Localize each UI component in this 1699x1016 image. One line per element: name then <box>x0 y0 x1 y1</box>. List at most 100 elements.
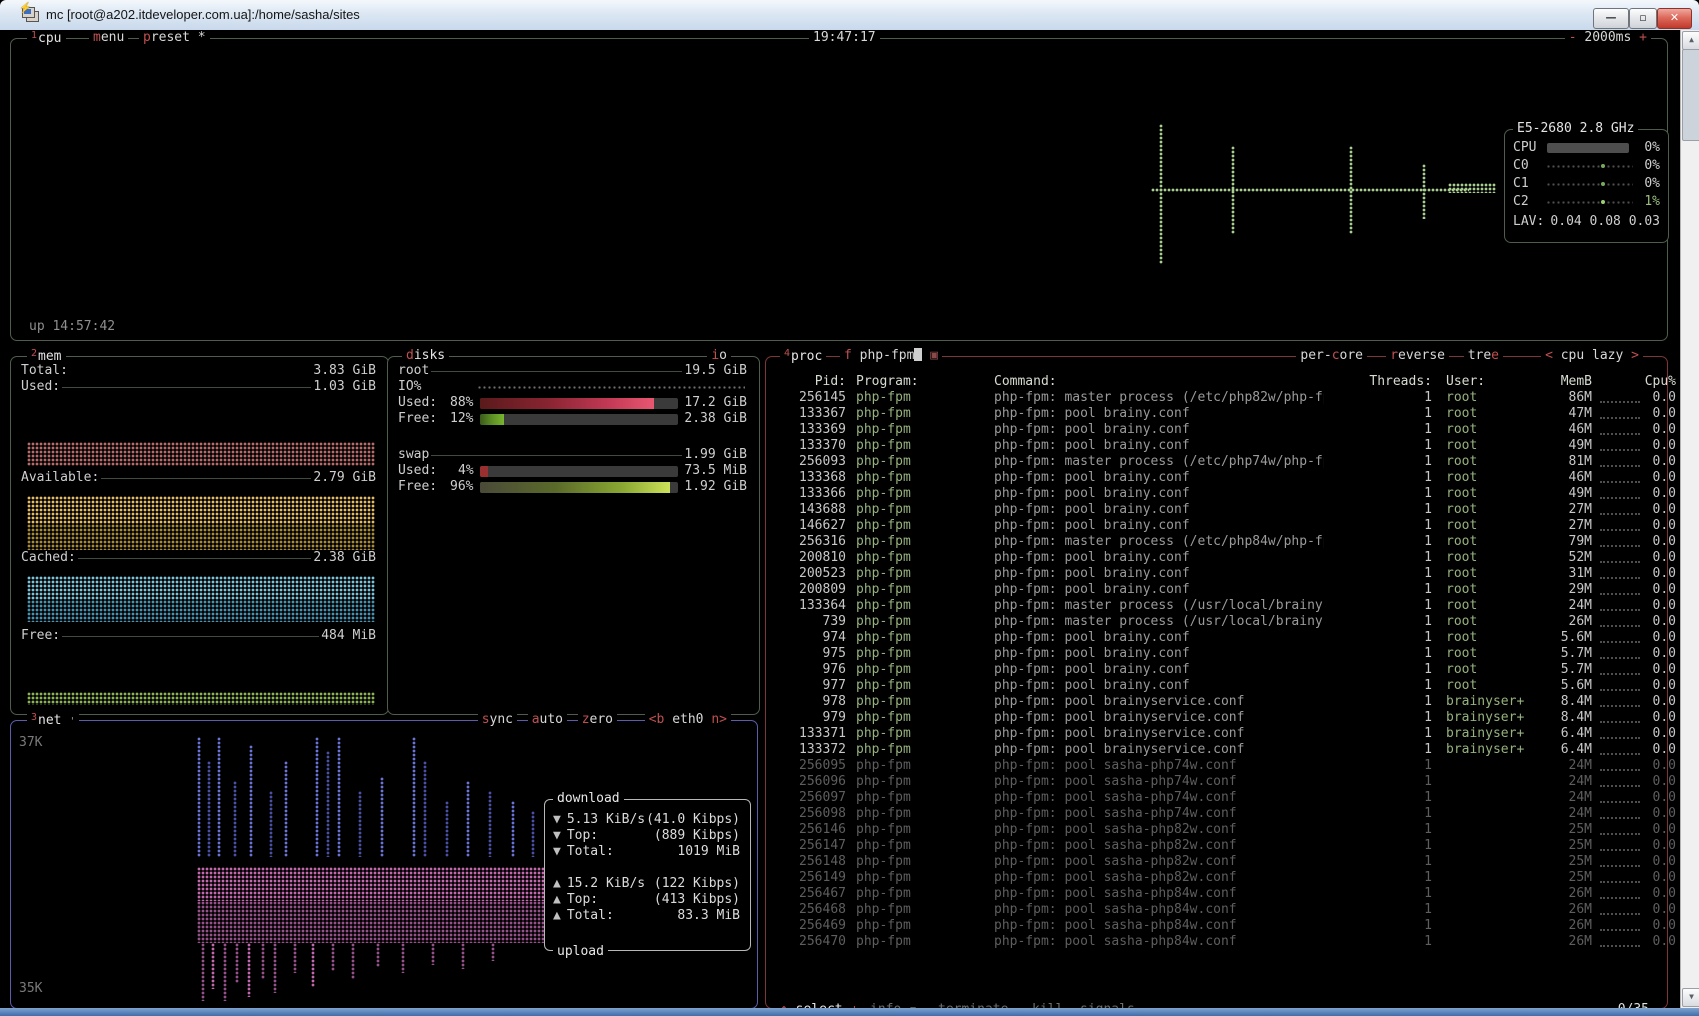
proc-row[interactable]: 133366 php-fpm php-fpm: pool brainy.conf… <box>776 486 1676 502</box>
mem-mini-graph <box>1592 854 1644 870</box>
download-speed: ▼5.13 KiB/s(41.0 Kibps) <box>553 812 742 828</box>
proc-row[interactable]: 979 php-fpm php-fpm: pool brainyservice.… <box>776 710 1676 726</box>
core0-meter: C0 0% <box>1513 158 1660 174</box>
proc-box: 4proc f php-fpm ▣ per-core reverse tree … <box>765 356 1668 1009</box>
down-arrow-icon: ▼ <box>553 828 561 843</box>
mem-mini-graph <box>1592 822 1644 838</box>
proc-row[interactable]: 256467 php-fpm php-fpm: pool sasha-php84… <box>776 886 1676 902</box>
interval-minus-button: - <box>1569 30 1577 45</box>
putty-icon: ⚡ <box>22 7 39 22</box>
mem-mini-graph <box>1592 678 1644 694</box>
net-scale-top: 37K <box>19 735 42 750</box>
proc-row[interactable]: 256470 php-fpm php-fpm: pool sasha-php84… <box>776 934 1676 950</box>
disk-swap-free: Free: 96% 1.92 GiB <box>396 479 751 495</box>
proc-row[interactable]: 133370 php-fpm php-fpm: pool brainy.conf… <box>776 438 1676 454</box>
download-total: ▼Total:1019 MiB <box>553 844 742 860</box>
mem-mini-graph <box>1592 502 1644 518</box>
proc-row[interactable]: 974 php-fpm php-fpm: pool brainy.conf 1 … <box>776 630 1676 646</box>
close-button[interactable]: ✕ <box>1657 8 1692 29</box>
proc-row[interactable]: 146627 php-fpm php-fpm: pool brainy.conf… <box>776 518 1676 534</box>
next-interface-button: n> <box>711 712 727 727</box>
preset-button[interactable]: preset * <box>139 30 210 45</box>
mem-mini-graph <box>1592 662 1644 678</box>
zero-toggle[interactable]: zero <box>578 712 617 727</box>
proc-row[interactable]: 256097 php-fpm php-fpm: pool sasha-php74… <box>776 790 1676 806</box>
proc-row[interactable]: 256095 php-fpm php-fpm: pool sasha-php74… <box>776 758 1676 774</box>
proc-row[interactable]: 975 php-fpm php-fpm: pool brainy.conf 1 … <box>776 646 1676 662</box>
proc-row[interactable]: 977 php-fpm php-fpm: pool brainy.conf 1 … <box>776 678 1676 694</box>
proc-row[interactable]: 133364 php-fpm php-fpm: master process (… <box>776 598 1676 614</box>
proc-row[interactable]: 133367 php-fpm php-fpm: pool brainy.conf… <box>776 406 1676 422</box>
mem-box-tab[interactable]: 2mem <box>27 348 66 364</box>
mem-mini-graph <box>1592 550 1644 566</box>
proc-row[interactable]: 256093 php-fpm php-fpm: master process (… <box>776 454 1676 470</box>
maximize-button[interactable]: ▫ <box>1629 8 1657 29</box>
disks-box-title[interactable]: disks <box>402 348 449 363</box>
proc-row[interactable]: 133371 php-fpm php-fpm: pool brainyservi… <box>776 726 1676 742</box>
sync-toggle[interactable]: sync <box>478 712 517 727</box>
upload-top: ▲Top:(413 Kibps) <box>553 892 742 908</box>
proc-row[interactable]: 976 php-fpm php-fpm: pool brainy.conf 1 … <box>776 662 1676 678</box>
mem-mini-graph <box>1592 630 1644 646</box>
proc-row[interactable]: 256148 php-fpm php-fpm: pool sasha-php82… <box>776 854 1676 870</box>
proc-row[interactable]: 978 php-fpm php-fpm: pool brainyservice.… <box>776 694 1676 710</box>
tree-toggle[interactable]: tree <box>1464 348 1503 363</box>
proc-row[interactable]: 200523 php-fpm php-fpm: pool brainy.conf… <box>776 566 1676 582</box>
mem-mini-graph <box>1592 534 1644 550</box>
sort-selector[interactable]: < cpu lazy > <box>1541 348 1643 363</box>
menu-button[interactable]: menu <box>89 30 128 45</box>
mem-mini-graph <box>1592 806 1644 822</box>
mem-available-graph <box>27 496 375 524</box>
up-arrow-icon: ▲ <box>553 908 561 923</box>
proc-row[interactable]: 133369 php-fpm php-fpm: pool brainy.conf… <box>776 422 1676 438</box>
proc-row[interactable]: 256096 php-fpm php-fpm: pool sasha-php74… <box>776 774 1676 790</box>
mem-mini-graph <box>1592 838 1644 854</box>
mem-used-graph <box>27 442 375 466</box>
proc-row[interactable]: 200810 php-fpm php-fpm: pool brainy.conf… <box>776 550 1676 566</box>
cpu-box-tab[interactable]: 1cpu <box>27 30 66 46</box>
proc-row[interactable]: 256468 php-fpm php-fpm: pool sasha-php84… <box>776 902 1676 918</box>
scroll-up-button[interactable]: ▲ <box>1682 31 1699 50</box>
cpu-model: E5-2680 2.8 GHz <box>1513 121 1638 136</box>
proc-row[interactable]: 256146 php-fpm php-fpm: pool sasha-php82… <box>776 822 1676 838</box>
proc-row[interactable]: 739 php-fpm php-fpm: master process (/us… <box>776 614 1676 630</box>
proc-row[interactable]: 256316 php-fpm php-fpm: master process (… <box>776 534 1676 550</box>
upload-label: upload <box>553 944 608 959</box>
interval-control[interactable]: - 2000ms + <box>1565 30 1651 45</box>
proc-row[interactable]: 133372 php-fpm php-fpm: pool brainyservi… <box>776 742 1676 758</box>
proc-row[interactable]: 143688 php-fpm php-fpm: pool brainy.conf… <box>776 502 1676 518</box>
mem-mini-graph <box>1592 438 1644 454</box>
proc-row[interactable]: 256149 php-fpm php-fpm: pool sasha-php82… <box>776 870 1676 886</box>
window-title: mc [root@a202.itdeveloper.com.ua]:/home/… <box>46 7 360 22</box>
proc-row[interactable]: 256098 php-fpm php-fpm: pool sasha-php74… <box>776 806 1676 822</box>
uptime: up 14:57:42 <box>29 319 115 334</box>
auto-toggle[interactable]: auto <box>528 712 567 727</box>
filter-input[interactable]: f php-fpm ▣ <box>840 348 942 363</box>
interface-switcher[interactable]: <b eth0 n> <box>645 712 731 727</box>
proc-row[interactable]: 256147 php-fpm php-fpm: pool sasha-php82… <box>776 838 1676 854</box>
down-arrow-icon: ▼ <box>553 812 561 827</box>
per-core-toggle[interactable]: per-core <box>1296 348 1367 363</box>
window-scrollbar[interactable]: ▲ ▼ <box>1680 30 1699 1008</box>
proc-table: 256145 php-fpm php-fpm: master process (… <box>776 390 1676 950</box>
mem-mini-graph <box>1592 918 1644 934</box>
proc-row[interactable]: 256469 php-fpm php-fpm: pool sasha-php84… <box>776 918 1676 934</box>
minimize-button[interactable]: — <box>1593 8 1629 29</box>
proc-row[interactable]: 200809 php-fpm php-fpm: pool brainy.conf… <box>776 582 1676 598</box>
upload-total: ▲Total:83.3 MiB <box>553 908 742 924</box>
proc-row[interactable]: 256145 php-fpm php-fpm: master process (… <box>776 390 1676 406</box>
reverse-toggle[interactable]: reverse <box>1386 348 1449 363</box>
mem-mini-graph <box>1592 486 1644 502</box>
titlebar[interactable]: ⚡ mc [root@a202.itdeveloper.com.ua]:/hom… <box>0 0 1699 31</box>
net-box-tab[interactable]: 3net ' <box>27 712 79 728</box>
mem-total: Total: 3.83 GiB <box>19 363 380 379</box>
up-arrow-icon: ▲ <box>553 876 561 891</box>
scrollbar-thumb[interactable] <box>1682 49 1699 141</box>
clear-filter-icon: ▣ <box>930 348 938 363</box>
scroll-down-button[interactable]: ▼ <box>1682 988 1699 1007</box>
io-toggle[interactable]: io <box>707 348 731 363</box>
up-arrow-icon: ▲ <box>553 892 561 907</box>
proc-box-tab[interactable]: 4proc <box>780 348 826 364</box>
proc-row[interactable]: 133368 php-fpm php-fpm: pool brainy.conf… <box>776 470 1676 486</box>
mem-mini-graph <box>1592 902 1644 918</box>
